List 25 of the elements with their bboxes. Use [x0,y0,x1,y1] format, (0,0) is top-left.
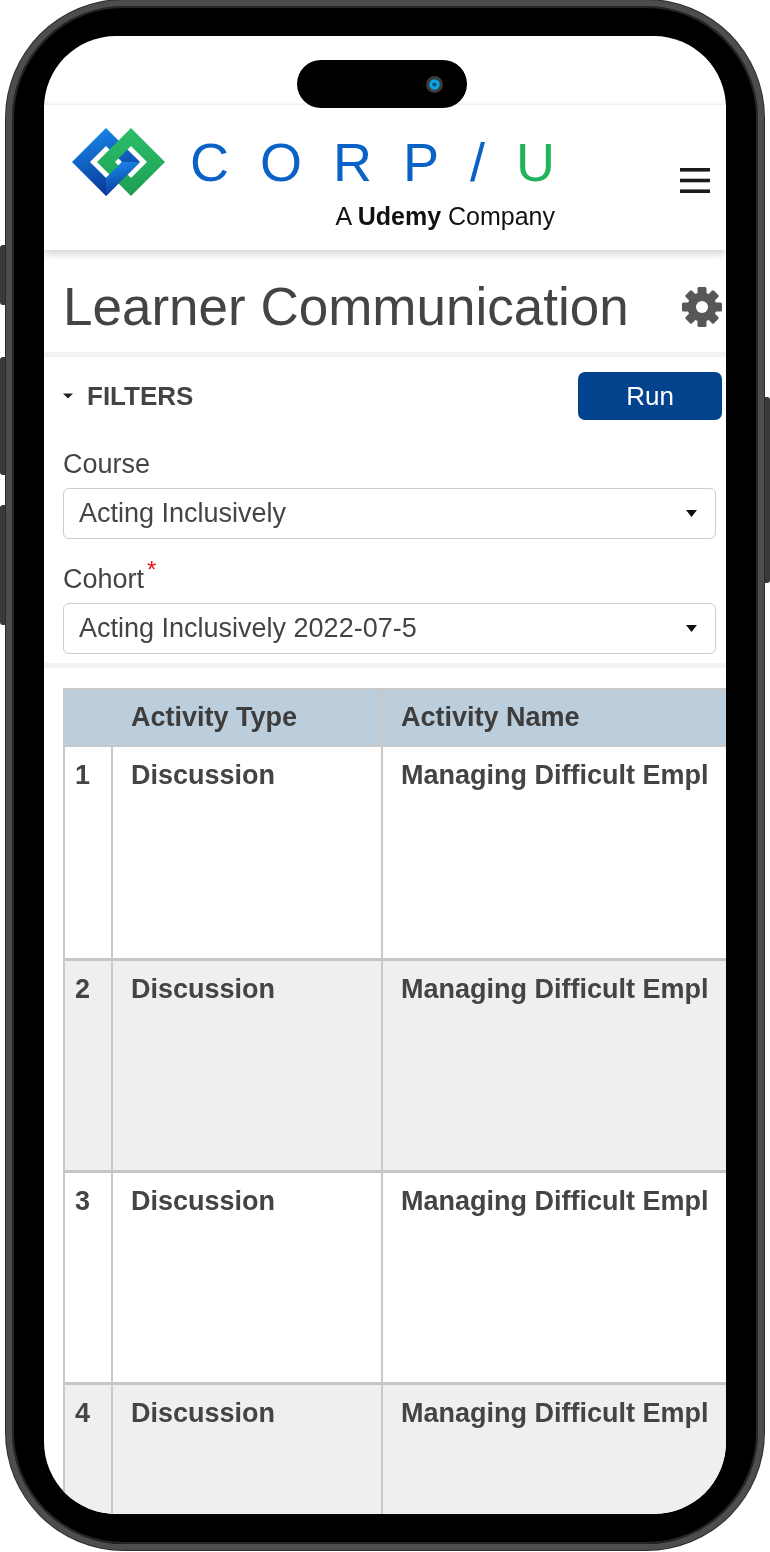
logo-text: CORP/ [190,135,517,189]
row-number: 3 [74,1185,92,1218]
column-header: Activity Type [111,690,381,745]
caret-icon [686,510,697,517]
field-label: Cohort [63,563,145,595]
row-number: 1 [74,759,92,792]
menu-icon[interactable] [680,168,710,193]
table-cell: Discussion [111,1385,381,1514]
settings-icon[interactable] [682,286,722,327]
camera-lens-icon [426,75,443,93]
filters-toggle[interactable]: FILTERS [63,380,194,412]
page-title: Learner Communication [63,276,629,337]
run-button[interactable]: Run [578,372,722,420]
column-header: Activity Name [381,690,726,745]
required-mark: * [147,558,157,582]
logo-tagline: A Udemy Company [335,201,556,231]
table-cell: Managing Difficult Empl [381,1385,726,1514]
caret-icon [686,625,697,632]
logo-text: U [516,135,556,189]
select-field[interactable]: Acting Inclusively 2022-07-5 [63,603,716,654]
select-field[interactable]: Acting Inclusively [63,488,716,539]
field-label: Course [63,448,151,480]
logo-icon [72,128,165,196]
row-number: 4 [74,1397,92,1430]
row-number: 2 [74,973,92,1006]
